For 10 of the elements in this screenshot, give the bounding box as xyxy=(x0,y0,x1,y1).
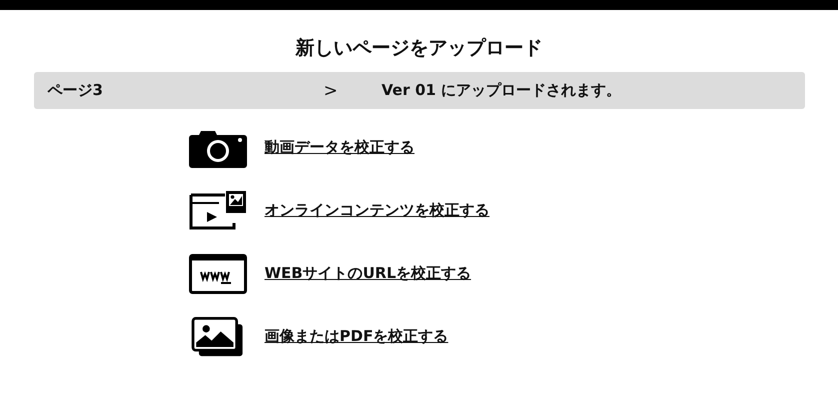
proofread-link[interactable]: 動画データを校正する xyxy=(264,138,414,157)
proofread-link[interactable]: オンラインコンテンツを校正する xyxy=(264,201,490,220)
separator-text: > xyxy=(324,80,339,100)
browser-icon[interactable] xyxy=(188,254,246,294)
page-label: ページ3 xyxy=(48,81,104,100)
dialog-title: 新しいページをアップロード xyxy=(296,36,542,61)
proofread-link[interactable]: WEBサイトのURLを校正する xyxy=(264,264,472,283)
proofread-link[interactable]: 画像またはPDFを校正する xyxy=(264,327,448,346)
video-image-icon[interactable] xyxy=(188,190,246,230)
target-version-text: Ver 01 にアップロードされます。 xyxy=(382,81,622,100)
